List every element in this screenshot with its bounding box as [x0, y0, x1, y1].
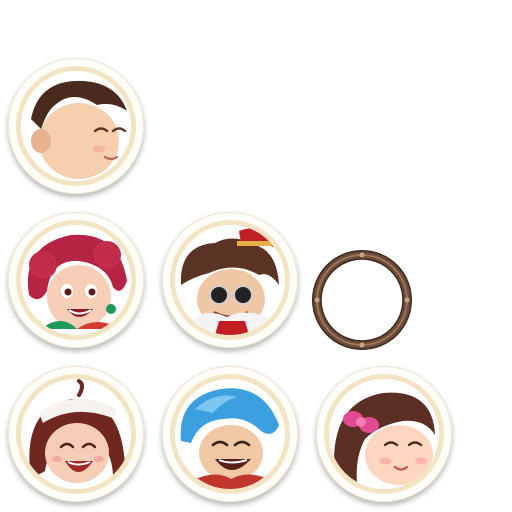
girl-brown-hair-face-icon	[21, 379, 131, 489]
avatar-face-disc	[329, 379, 439, 489]
blue-hair-boy-face-icon	[175, 379, 285, 489]
girl-red-hair-face-icon	[21, 225, 131, 335]
avatar-sprite-sheet	[0, 0, 512, 512]
avatar-face-disc	[21, 225, 131, 335]
avatar-girl-pink-bow[interactable]	[316, 366, 452, 502]
avatar-boy-brown-hair[interactable]	[8, 58, 144, 194]
avatar-boy-blue-hair[interactable]	[162, 366, 298, 502]
ring-frame-icon	[312, 250, 412, 350]
bronze-ring-frame	[308, 246, 416, 354]
avatar-girl-red-curly-hair[interactable]	[8, 212, 144, 348]
boy-face-icon	[21, 71, 131, 181]
avatar-face-disc	[21, 71, 131, 181]
avatar-old-man-sunglasses[interactable]	[162, 212, 298, 348]
old-man-face-icon	[175, 225, 285, 335]
pink-bow-girl-face-icon	[329, 379, 439, 489]
avatar-face-disc	[21, 379, 131, 489]
avatar-face-disc	[175, 225, 285, 335]
avatar-girl-brown-hair[interactable]	[8, 366, 144, 502]
avatar-face-disc	[175, 379, 285, 489]
